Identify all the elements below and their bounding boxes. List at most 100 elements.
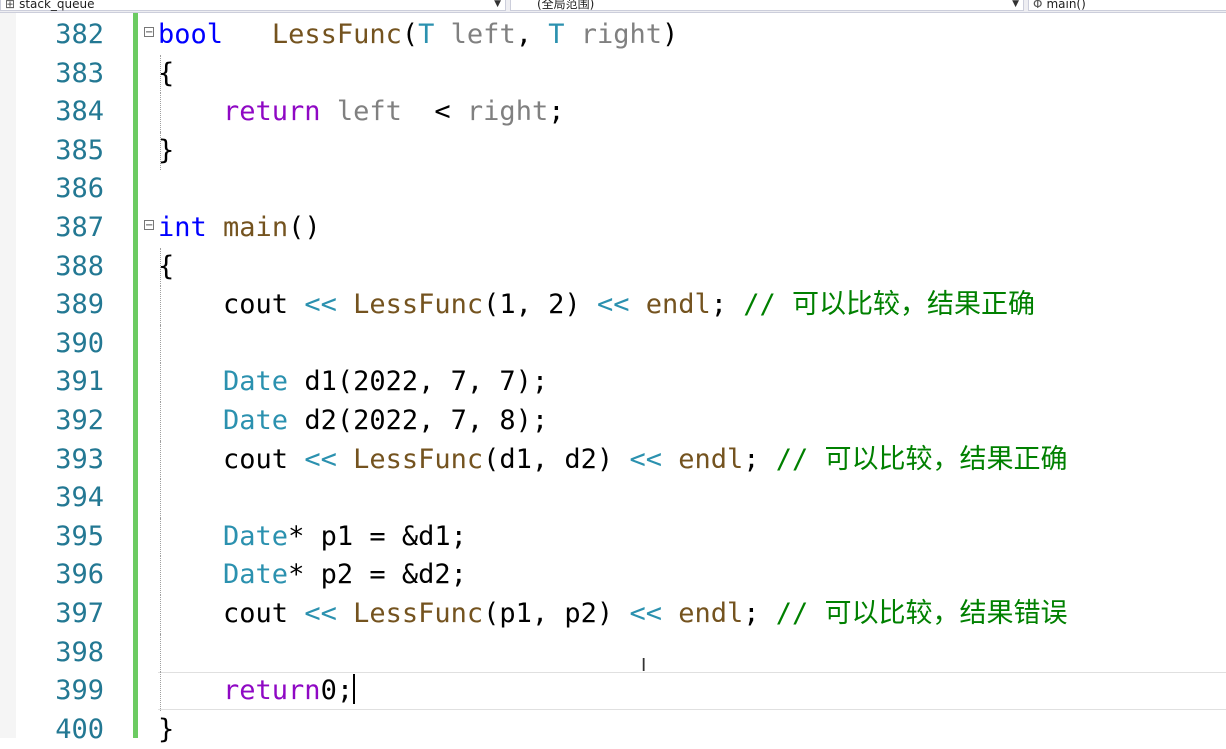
code-token: ) [662,19,679,50]
chevron-down-icon: ▼ [494,0,501,9]
code-token: LessFunc [353,597,484,629]
code-token: << [629,443,662,475]
code-token: T [548,19,565,50]
code-editor[interactable]: 382− bool LessFunc(T left, T right) 383 {38… [0,16,1226,749]
code-token: LessFunc [353,443,484,475]
line-number: 390 [55,327,104,359]
code-token: { [158,250,175,282]
code-token: * p2 = &d2; [288,559,467,591]
code-text: } [158,132,174,170]
code-token: << [304,597,337,629]
code-token: right [466,96,549,128]
code-token: // 可以比较，结果错误 [775,597,1068,629]
code-token: LessFunc [271,19,402,50]
code-token: Date [223,520,289,552]
text-cursor-icon: I [641,655,647,676]
code-token: ; [548,96,565,128]
code-text: int main() [158,209,321,247]
line-number: 387 [55,211,104,243]
code-token: } [158,134,175,166]
code-text: { [158,248,174,286]
line-number: 397 [55,597,104,629]
code-line[interactable]: 393 cout << LessFunc(d1, d2) << endl; //… [0,440,1226,480]
code-token: << [629,597,662,629]
collapse-icon[interactable]: − [144,27,154,38]
line-number: 398 [55,636,104,668]
code-text: } [158,711,174,749]
code-token: cout [158,289,305,321]
line-number: 392 [55,404,104,436]
code-line[interactable]: 387 − int main() [0,209,1226,248]
code-token: Date [223,366,289,398]
line-number: 399 [55,675,104,707]
scope-dropdown[interactable]: (全局范围) ▼ [510,0,1024,11]
code-token: () [288,211,321,243]
line-number: 383 [55,57,104,89]
line-number: 389 [55,289,104,321]
code-line[interactable]: 397 cout << LessFunc(p1, p2) << endl; //… [0,594,1226,634]
line-number: 394 [55,482,104,514]
indent-guide [160,324,162,364]
code-token: ; [743,597,776,629]
code-line[interactable]: 396 Date* p2 = &d2; [0,556,1226,595]
line-number: 391 [55,366,104,398]
code-token: << [596,289,630,321]
code-token: * p1 = &d1; [288,520,467,552]
collapse-icon[interactable]: − [144,219,154,230]
code-token: ( [401,19,419,50]
code-text: return0; [158,672,356,710]
code-token: (d1, d2) [483,443,630,475]
line-number: 385 [55,134,104,166]
code-line[interactable]: 400} [0,711,1226,749]
indent-guide [160,633,162,673]
chevron-down-icon: ▼ [1012,0,1019,9]
code-line[interactable]: 391 Date d1(2022, 7, 7); [0,363,1226,402]
code-line[interactable]: 382− bool LessFunc(T left, T right) [0,16,1226,55]
code-line[interactable]: 383 { [0,54,1226,94]
code-line[interactable]: 394 [0,479,1226,518]
code-line[interactable]: 386 [0,170,1226,209]
code-token: < [434,96,467,128]
line-number: 393 [55,443,104,475]
code-line[interactable]: 389 cout << LessFunc(1, 2) << endl; // 可… [0,286,1226,325]
code-line[interactable]: 399 return0; [0,672,1226,711]
code-text: cout << LessFunc(d1, d2) << endl; // 可以比… [158,441,1068,479]
code-token: endl [645,289,711,321]
line-number: 388 [55,250,104,282]
project-name: stack_queue [19,0,95,11]
code-token: T [418,19,435,50]
code-line[interactable]: 398 [0,633,1226,673]
code-token: Date [223,404,289,436]
code-line[interactable]: 390 [0,324,1226,364]
code-line[interactable]: 395 Date* p1 = &d1; [0,517,1226,557]
line-number: 386 [55,173,104,205]
code-line[interactable]: 392 Date d2(2022, 7, 8); [0,401,1226,441]
indent-guide [160,479,162,518]
member-dropdown[interactable]: Φmain() [1028,0,1226,11]
code-token: left [450,19,516,50]
code-text: Date d2(2022, 7, 8); [158,402,548,440]
code-token: int [158,211,207,243]
code-token: << [304,443,337,475]
code-token: { [158,57,175,89]
code-line[interactable]: 384 return left < right; [0,93,1226,132]
code-token: // 可以比较，结果正确 [775,443,1068,475]
project-dropdown[interactable]: ⊞ stack_queue ▼ [0,0,506,11]
code-token: // 可以比较，结果正确 [743,289,1036,321]
code-line[interactable]: 388 { [0,247,1226,287]
code-line[interactable]: 385} [0,131,1226,171]
